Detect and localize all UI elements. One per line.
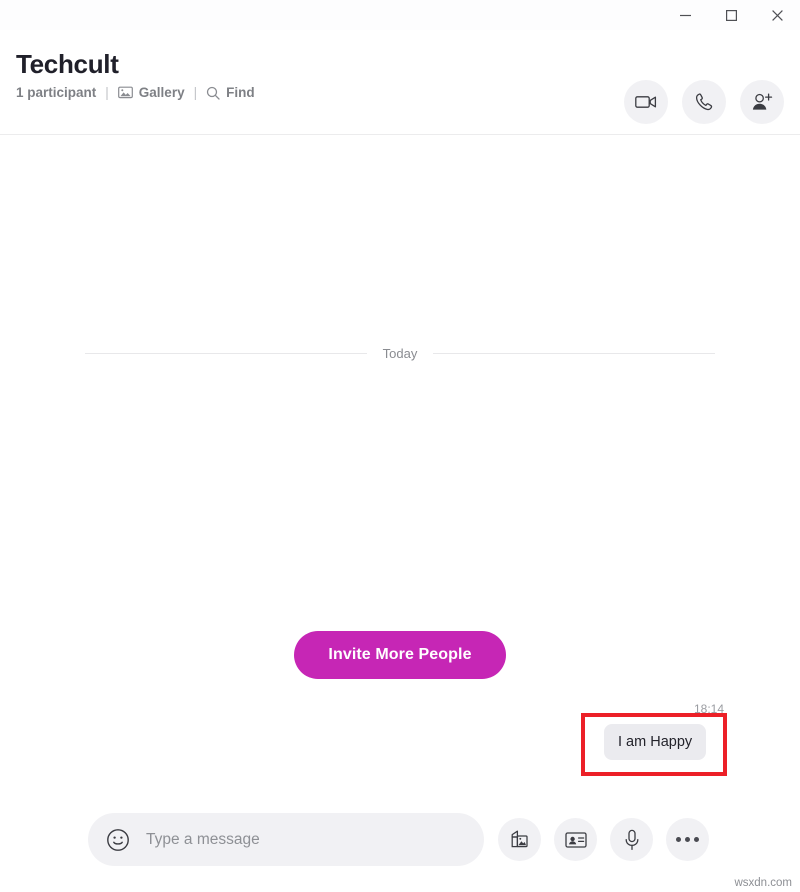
skype-chat-window: Techcult 1 participant | Gallery | Find … xyxy=(0,0,800,892)
chat-header-info: Techcult 1 participant | Gallery | Find xyxy=(16,48,255,100)
find-label: Find xyxy=(226,85,255,100)
microphone-icon xyxy=(624,829,640,851)
day-divider-line-left xyxy=(85,353,367,354)
phone-icon xyxy=(694,92,714,112)
more-options-button[interactable] xyxy=(666,818,709,861)
day-divider: Today xyxy=(0,346,800,361)
gallery-icon xyxy=(117,86,133,99)
invite-more-people-button[interactable]: Invite More People xyxy=(294,631,506,679)
add-people-button[interactable] xyxy=(740,80,784,124)
chat-header-meta: 1 participant | Gallery | Find xyxy=(16,85,255,100)
maximize-button[interactable] xyxy=(708,0,754,30)
smiley-icon[interactable] xyxy=(104,826,132,854)
message-input[interactable] xyxy=(146,830,468,849)
page-title: Techcult xyxy=(16,49,119,79)
message-input-pill[interactable] xyxy=(88,813,484,866)
day-divider-label: Today xyxy=(382,346,418,361)
audio-call-button[interactable] xyxy=(682,80,726,124)
chat-header: Techcult 1 participant | Gallery | Find xyxy=(0,30,800,135)
window-title-bar xyxy=(0,0,800,30)
gallery-label: Gallery xyxy=(138,85,185,100)
meta-separator-2: | xyxy=(193,85,198,100)
minimize-button[interactable] xyxy=(662,0,708,30)
watermark: wsxdn.com xyxy=(734,877,792,889)
video-camera-icon xyxy=(635,94,657,110)
search-icon xyxy=(206,86,220,100)
video-call-button[interactable] xyxy=(624,80,668,124)
invite-more-people-wrap: Invite More People xyxy=(0,631,800,679)
find-link[interactable]: Find xyxy=(206,85,255,100)
send-media-button[interactable] xyxy=(498,818,541,861)
participant-count: 1 participant xyxy=(16,85,97,100)
gallery-link[interactable]: Gallery xyxy=(117,85,185,100)
ellipsis-icon xyxy=(676,837,699,842)
message-bubble-outgoing[interactable]: I am Happy xyxy=(604,724,707,760)
contact-card-icon xyxy=(564,831,587,849)
day-divider-line-right xyxy=(433,353,716,354)
send-contact-button[interactable] xyxy=(554,818,597,861)
close-button[interactable] xyxy=(754,0,800,30)
chat-header-actions xyxy=(624,80,784,124)
meta-separator-1: | xyxy=(105,85,109,100)
image-stack-icon xyxy=(509,829,530,850)
chat-message-list: Today Invite More People xyxy=(0,136,800,796)
composer-action-buttons xyxy=(498,818,709,861)
voice-message-button[interactable] xyxy=(610,818,653,861)
add-person-icon xyxy=(751,92,773,112)
